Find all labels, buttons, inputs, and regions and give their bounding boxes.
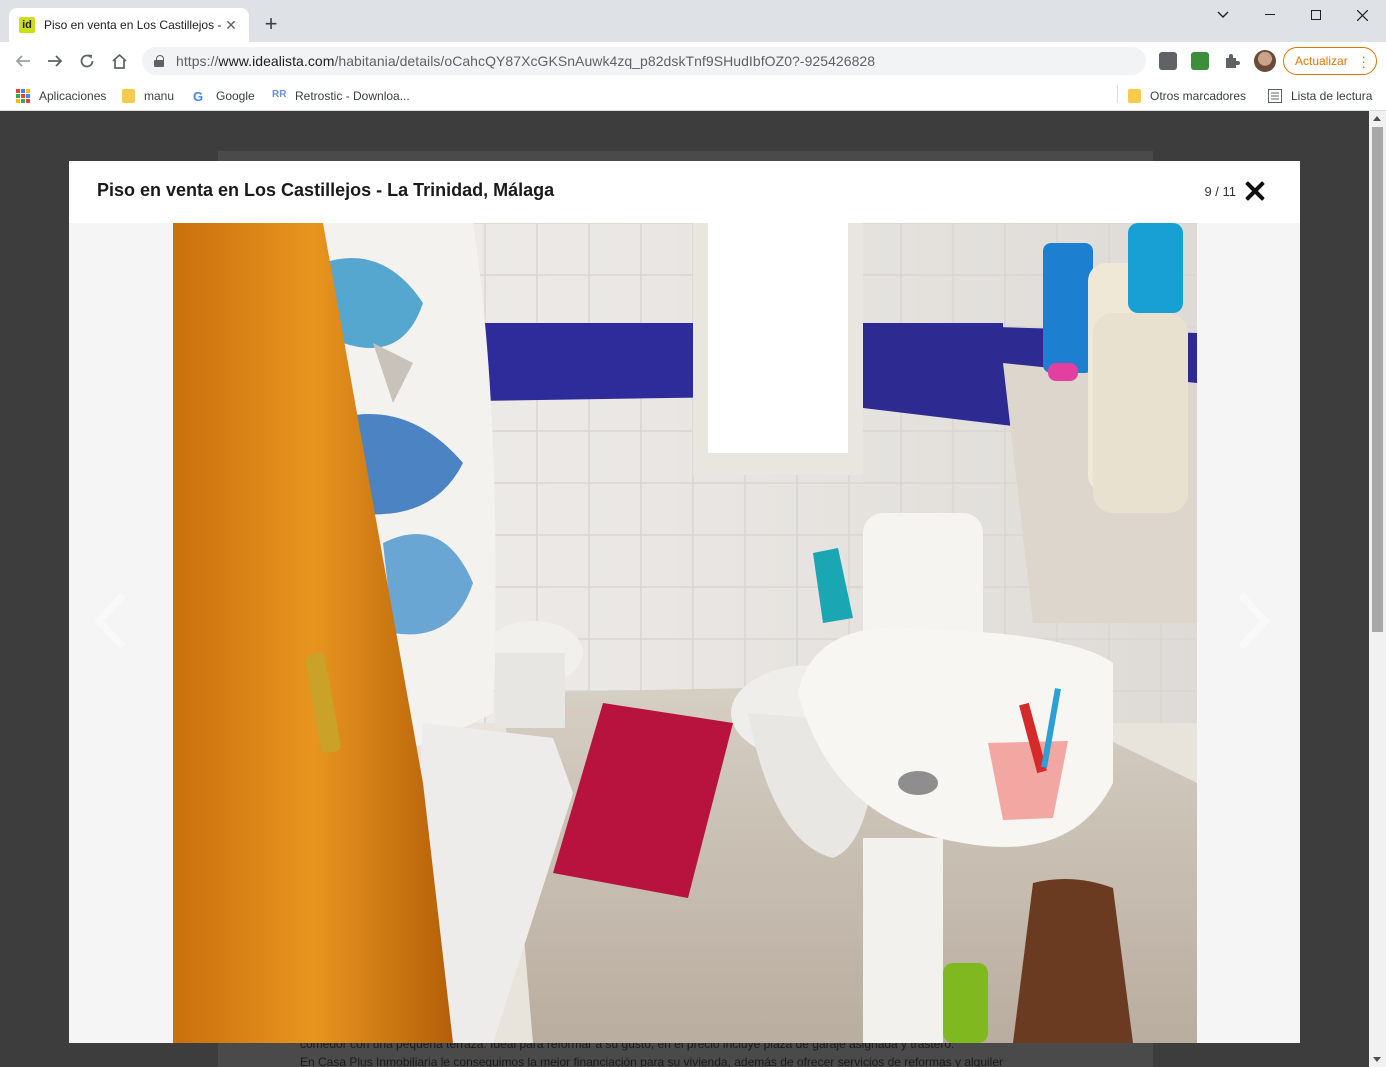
maximize-button[interactable] <box>1293 0 1339 30</box>
bookmarks-separator <box>1117 85 1118 103</box>
address-bar[interactable]: https://www.idealista.com/habitania/deta… <box>142 47 1146 75</box>
bookmark-manu[interactable]: manu <box>122 86 174 106</box>
new-tab-button[interactable]: + <box>259 13 283 37</box>
tab-strip: id Piso en venta en Los Castillejos - ✕ … <box>0 0 1386 42</box>
tab-search-icon[interactable] <box>1200 0 1246 30</box>
previous-photo-arrow-icon[interactable] <box>91 591 131 651</box>
reading-list[interactable]: Lista de lectura <box>1268 86 1372 106</box>
bookmark-apps[interactable]: Aplicaciones <box>16 86 106 106</box>
lock-icon[interactable] <box>154 55 164 67</box>
apps-grid-icon <box>16 89 30 103</box>
reload-button[interactable] <box>73 47 101 75</box>
bookmarks-bar: Aplicaciones manu G Google RR Retrostic … <box>0 80 1386 111</box>
back-button[interactable] <box>9 47 37 75</box>
google-icon: G <box>193 89 204 104</box>
bathroom-photo <box>173 223 1197 1043</box>
scrollbar-thumb[interactable] <box>1372 127 1383 632</box>
folder-icon <box>1128 89 1141 103</box>
more-menu-icon[interactable]: · · · <box>1361 49 1366 73</box>
extension-green-icon[interactable] <box>1191 52 1209 70</box>
bookmark-google[interactable]: G Google <box>193 86 255 106</box>
browser-toolbar: https://www.idealista.com/habitania/deta… <box>0 42 1386 80</box>
retrostic-icon: RR <box>272 89 287 100</box>
listing-title: Piso en venta en Los Castillejos - La Tr… <box>97 180 555 200</box>
extensions-puzzle-icon[interactable] <box>1223 52 1241 70</box>
reading-list-icon <box>1268 89 1282 103</box>
home-icon <box>111 53 127 69</box>
profile-avatar[interactable] <box>1254 50 1276 72</box>
close-window-button[interactable] <box>1339 0 1385 30</box>
browser-tab[interactable]: id Piso en venta en Los Castillejos - ✕ <box>9 8 249 42</box>
page-scrollbar[interactable] <box>1369 111 1386 1067</box>
scroll-down-arrow-icon[interactable] <box>1373 1057 1381 1062</box>
update-label: Actualizar <box>1295 54 1348 68</box>
modal-header: Piso en venta en Los Castillejos - La Tr… <box>69 161 1300 223</box>
tab-close-icon[interactable]: ✕ <box>223 17 239 33</box>
tab-title: Piso en venta en Los Castillejos - <box>44 18 222 32</box>
forward-arrow-icon <box>48 55 63 67</box>
back-arrow-icon <box>15 55 30 67</box>
idealista-favicon-icon: id <box>19 17 35 33</box>
update-chrome-button[interactable]: Actualizar · · · <box>1283 47 1377 75</box>
bookmark-other[interactable]: Otros marcadores <box>1128 86 1246 106</box>
minimize-button[interactable] <box>1247 0 1293 30</box>
folder-icon <box>122 89 135 103</box>
photo-gallery-modal: Piso en venta en Los Castillejos - La Tr… <box>69 161 1300 1043</box>
extension-icon[interactable] <box>1159 52 1177 70</box>
reload-icon <box>80 54 94 68</box>
bookmark-retrostic[interactable]: RR Retrostic - Downloa... <box>272 86 410 106</box>
photo-counter: 9 / 11 <box>1204 184 1236 199</box>
url-text[interactable]: https://www.idealista.com/habitania/deta… <box>176 53 875 69</box>
next-photo-arrow-icon[interactable] <box>1233 591 1273 651</box>
listing-description-line-2: En Casa Plus Inmobiliaria le conseguimos… <box>300 1055 1004 1067</box>
forward-button[interactable] <box>41 47 69 75</box>
home-button[interactable] <box>105 47 133 75</box>
scroll-up-arrow-icon[interactable] <box>1373 116 1381 121</box>
close-gallery-button[interactable] <box>1243 179 1267 203</box>
